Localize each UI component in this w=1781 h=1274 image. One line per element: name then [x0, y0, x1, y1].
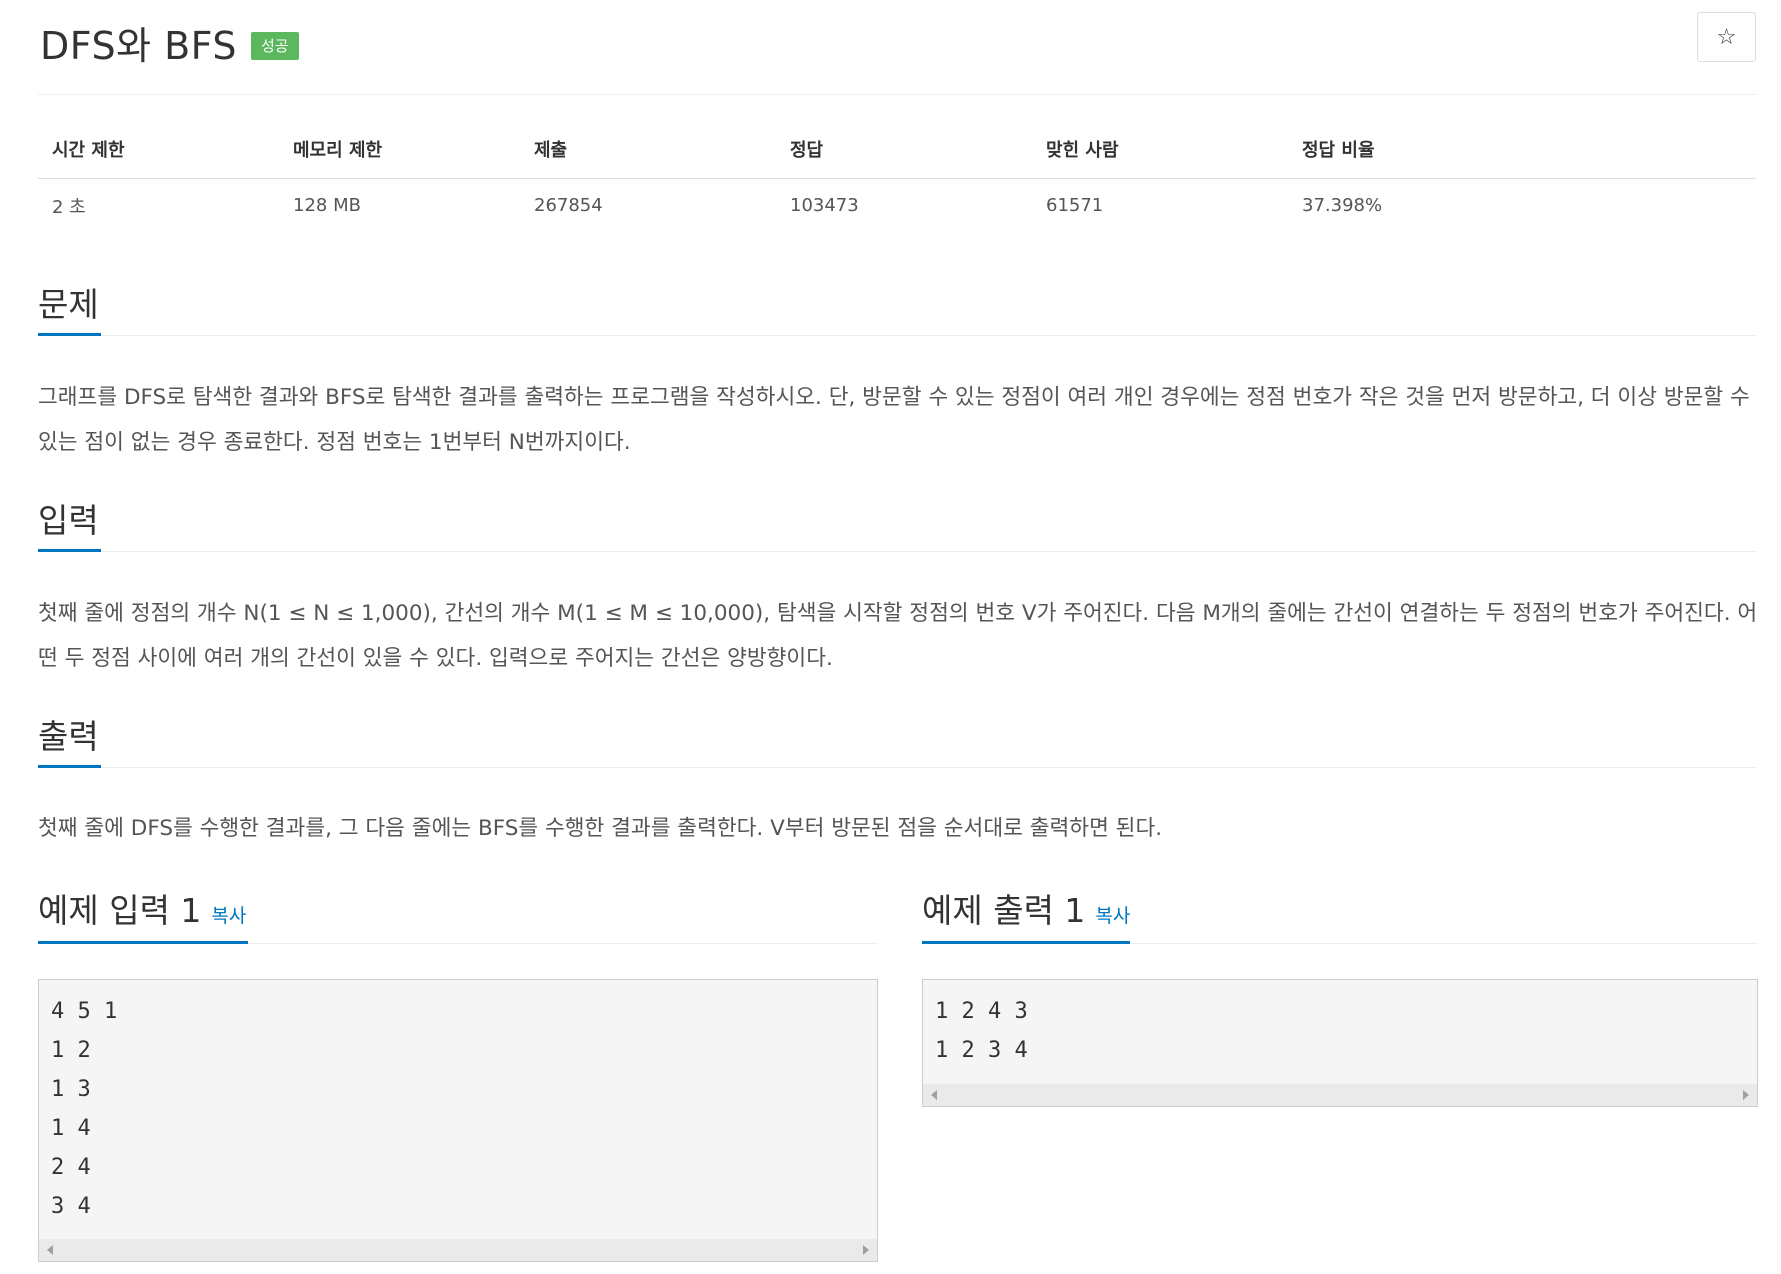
- header-solved-users: 맞힌 사람: [1032, 125, 1288, 179]
- scroll-right-arrow-icon[interactable]: [863, 1245, 869, 1255]
- sample-output-title: 예제 출력 1: [922, 891, 1086, 930]
- title-row: DFS와 BFS 성공: [40, 14, 299, 70]
- value-solved-users: 61571: [1046, 195, 1104, 216]
- copy-sample-input-link[interactable]: 복사: [211, 905, 246, 927]
- sample-output-header: 예제 출력 1 복사: [922, 872, 1758, 944]
- section-underline: [38, 765, 101, 768]
- section-underline: [38, 941, 248, 944]
- sample-input-heading-wrap: 예제 입력 1 복사: [38, 884, 246, 932]
- section-input-title: 입력: [38, 501, 99, 540]
- section-underline: [38, 549, 101, 552]
- section-problem-header: 문제: [38, 276, 1756, 336]
- header-time-limit: 시간 제한: [38, 125, 279, 179]
- sample-input-code: 4 5 1 1 2 1 3 1 4 2 4 3 4: [51, 999, 118, 1219]
- value-memory-limit: 128 MB: [293, 195, 361, 216]
- header-accepted: 정답: [776, 125, 1032, 179]
- scroll-left-arrow-icon[interactable]: [931, 1090, 937, 1100]
- sample-output-code: 1 2 4 3 1 2 3 4: [935, 999, 1028, 1063]
- sample-input-title: 예제 입력 1: [38, 891, 202, 930]
- section-underline: [922, 941, 1130, 944]
- sample-output-heading-wrap: 예제 출력 1 복사: [922, 884, 1130, 932]
- status-badge: 성공: [251, 32, 299, 60]
- section-problem-title: 문제: [38, 285, 99, 324]
- output-description: 첫째 줄에 DFS를 수행한 결과를, 그 다음 줄에는 BFS를 수행한 결과…: [38, 816, 1163, 841]
- horizontal-scrollbar[interactable]: [923, 1084, 1757, 1106]
- header-divider: [38, 94, 1756, 95]
- problem-info-table: 시간 제한 메모리 제한 제출 정답 맞힌 사람 정답 비율 2 초 128 M…: [38, 125, 1756, 233]
- scroll-right-arrow-icon[interactable]: [1743, 1090, 1749, 1100]
- problem-page: DFS와 BFS 성공 ☆ 시간 제한 메모리 제한 제출 정답 맞힌 사람 정…: [0, 0, 1781, 1274]
- section-input-header: 입력: [38, 492, 1756, 552]
- header-accept-ratio: 정답 비율: [1288, 125, 1756, 179]
- info-header-row: 시간 제한 메모리 제한 제출 정답 맞힌 사람 정답 비율: [38, 125, 1756, 179]
- value-time-limit: 2 초: [52, 196, 86, 218]
- value-accept-ratio: 37.398%: [1302, 195, 1383, 216]
- sample-input-header: 예제 입력 1 복사: [38, 872, 878, 944]
- section-divider: [38, 551, 1756, 552]
- section-underline: [38, 333, 101, 336]
- input-description: 첫째 줄에 정점의 개수 N(1 ≤ N ≤ 1,000), 간선의 개수 M(…: [38, 601, 1758, 671]
- page-title: DFS와 BFS: [40, 23, 237, 68]
- header-memory-limit: 메모리 제한: [279, 125, 520, 179]
- section-divider: [38, 335, 1756, 336]
- section-output-title: 출력: [38, 717, 99, 756]
- section-divider: [38, 767, 1756, 768]
- header-submissions: 제출: [520, 125, 776, 179]
- star-icon: ☆: [1716, 24, 1737, 50]
- sample-input-box[interactable]: 4 5 1 1 2 1 3 1 4 2 4 3 4: [38, 979, 878, 1262]
- value-accepted: 103473: [790, 195, 859, 216]
- horizontal-scrollbar[interactable]: [39, 1239, 877, 1261]
- section-output-header: 출력: [38, 708, 1756, 768]
- sample-output-box[interactable]: 1 2 4 3 1 2 3 4: [922, 979, 1758, 1107]
- info-value-row: 2 초 128 MB 267854 103473 61571 37.398%: [38, 178, 1756, 233]
- value-submissions: 267854: [534, 195, 603, 216]
- problem-description: 그래프를 DFS로 탐색한 결과와 BFS로 탐색한 결과를 출력하는 프로그램…: [38, 385, 1750, 455]
- favorite-button[interactable]: ☆: [1697, 12, 1756, 62]
- copy-sample-output-link[interactable]: 복사: [1095, 905, 1130, 927]
- scroll-left-arrow-icon[interactable]: [47, 1245, 53, 1255]
